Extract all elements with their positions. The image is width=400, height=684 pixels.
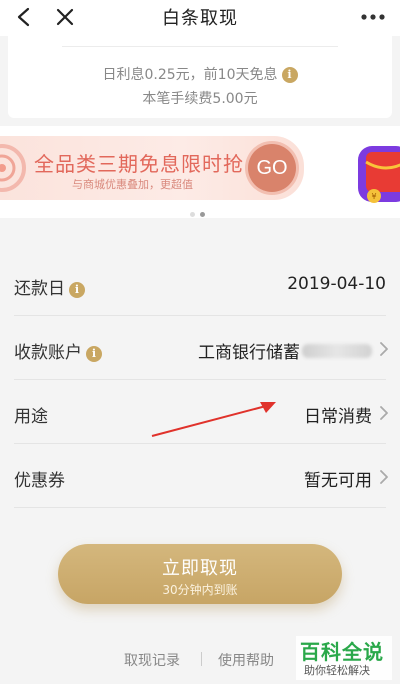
coupon-label: 优惠券 <box>14 471 65 491</box>
withdraw-now-button[interactable]: 立即取现 30分钟内到账 <box>58 544 342 604</box>
chevron-right-icon <box>380 406 388 420</box>
interest-text: 日利息0.25元，前10天免息 <box>102 67 278 83</box>
watermark-subtitle: 助你轻松解决 <box>304 664 370 677</box>
promo-banner-area: 全品类三期免息限时抢 与商城优惠叠加，更超值 GO ¥ <box>0 126 400 218</box>
account-label: 收款账户 <box>14 343 82 363</box>
fee-info-section: 日利息0.25元，前10天免息 i 本笔手续费5.00元 <box>0 36 400 122</box>
promo-headline: 全品类三期免息限时抢 <box>34 152 244 176</box>
help-link[interactable]: 使用帮助 <box>218 650 274 670</box>
repay-date-value: 2019-04-10 <box>287 274 386 294</box>
withdraw-records-link[interactable]: 取现记录 <box>124 650 180 670</box>
interest-line: 日利息0.25元，前10天免息 i <box>8 64 392 84</box>
divider <box>14 507 386 508</box>
promo-banner[interactable]: 全品类三期免息限时抢 与商城优惠叠加，更超值 GO <box>0 136 304 200</box>
swirl-decoration-icon <box>0 144 26 192</box>
withdraw-now-label: 立即取现 <box>162 558 238 579</box>
account-row[interactable]: 收款账户 i 工商银行储蓄 <box>0 318 400 380</box>
chevron-right-icon <box>380 470 388 484</box>
withdraw-form: 还款日 i 2019-04-10 收款账户 i 工商银行储蓄 用途 日常消费 优惠券… <box>0 254 400 508</box>
arrival-time-label: 30分钟内到账 <box>162 583 238 597</box>
info-icon[interactable]: i <box>69 282 85 298</box>
account-value-wrap: 工商银行储蓄 <box>198 338 372 363</box>
go-button[interactable]: GO <box>248 144 296 192</box>
annotation-arrow-icon <box>151 402 276 437</box>
more-dots-icon[interactable] <box>360 10 386 24</box>
divider <box>14 443 386 444</box>
repay-date-label: 还款日 <box>14 279 65 299</box>
carousel-indicator <box>190 202 210 221</box>
watermark-logo: 百科全说 助你轻松解决 <box>296 636 392 680</box>
repay-date-row: 还款日 i 2019-04-10 <box>0 254 400 316</box>
masked-card-number <box>302 344 372 358</box>
page-title: 白条取现 <box>162 8 238 29</box>
nav-bar: 白条取现 <box>0 0 400 36</box>
divider <box>14 315 386 316</box>
chevron-right-icon <box>380 342 388 356</box>
promo-subtext: 与商城优惠叠加，更超值 <box>72 178 193 191</box>
divider <box>62 46 338 47</box>
purpose-value: 日常消费 <box>304 407 372 427</box>
fee-text: 本笔手续费5.00元 <box>142 91 258 107</box>
divider <box>201 652 202 666</box>
repay-date-label-wrap: 还款日 i <box>14 274 85 299</box>
svg-text:¥: ¥ <box>371 192 376 201</box>
account-label-wrap: 收款账户 i <box>14 338 102 363</box>
info-icon[interactable]: i <box>86 346 102 362</box>
coupon-row[interactable]: 优惠券 暂无可用 <box>0 446 400 508</box>
watermark-title: 百科全说 <box>300 640 384 664</box>
account-value: 工商银行储蓄 <box>198 343 300 363</box>
carousel-dot-active[interactable] <box>200 212 205 217</box>
carousel-dot[interactable] <box>190 212 195 217</box>
coupon-value: 暂无可用 <box>304 471 372 491</box>
purpose-label: 用途 <box>14 407 48 427</box>
info-icon[interactable]: i <box>281 67 298 83</box>
red-envelope-icon[interactable]: ¥ <box>354 140 400 208</box>
fee-info-card: 日利息0.25元，前10天免息 i 本笔手续费5.00元 <box>8 36 392 118</box>
divider <box>14 379 386 380</box>
